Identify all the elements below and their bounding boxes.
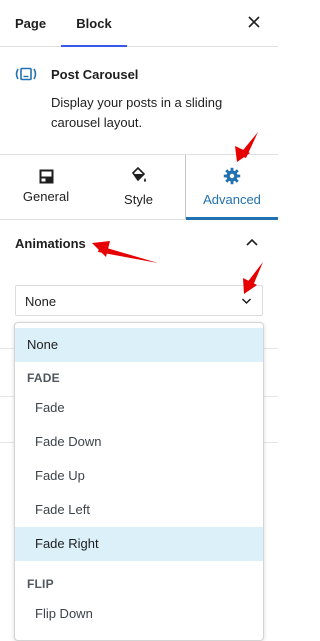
tab-page[interactable]: Page [15, 0, 46, 46]
animation-select-value: None [25, 294, 57, 309]
option-fade-left[interactable]: Fade Left [15, 493, 263, 527]
option-flip-down[interactable]: Flip Down [15, 597, 263, 631]
gear-icon [223, 167, 241, 185]
tab-advanced-label: Advanced [203, 192, 261, 207]
option-label: Flip Down [35, 606, 93, 621]
tab-block[interactable]: Block [61, 0, 127, 47]
option-label: Fade Up [35, 468, 85, 483]
option-label: Fade [35, 400, 65, 415]
block-description: Display your posts in a sliding carousel… [51, 95, 223, 130]
carousel-icon [15, 67, 37, 81]
layout-icon [39, 169, 53, 183]
animation-dropdown: None FADE Fade Fade Down Fade Up Fade Le… [14, 322, 264, 641]
option-label: Fade Left [35, 502, 90, 517]
tab-general-label: General [22, 189, 70, 204]
tab-style-label: Style [124, 192, 153, 207]
option-label: None [27, 337, 59, 352]
animation-select[interactable]: None [15, 285, 263, 316]
option-fade[interactable]: Fade [15, 391, 263, 425]
top-tab-bar: Page Block [0, 0, 278, 47]
block-card: Post Carousel Display your posts in a sl… [0, 47, 278, 155]
tab-page-label: Page [15, 15, 47, 31]
animations-panel-title[interactable]: Animations [15, 236, 86, 251]
tab-general[interactable]: General [0, 155, 92, 219]
chevron-up-icon[interactable] [245, 237, 259, 247]
option-label: Fade Right [35, 536, 99, 551]
option-label: Fade Down [35, 434, 102, 449]
block-title: Post Carousel [51, 67, 139, 82]
group-label-flip: FLIP [27, 577, 54, 591]
group-label-fade: FADE [27, 371, 60, 385]
option-fade-right[interactable]: Fade Right [15, 527, 263, 561]
option-fade-up[interactable]: Fade Up [15, 459, 263, 493]
option-fade-down[interactable]: Fade Down [15, 425, 263, 459]
close-icon[interactable] [246, 14, 262, 30]
active-tab-indicator [186, 217, 278, 220]
paint-bucket-icon [131, 166, 146, 182]
tab-block-label: Block [76, 15, 112, 31]
option-none[interactable]: None [15, 328, 263, 362]
inspector-tabs: General Style Advanced [0, 155, 278, 220]
chevron-down-icon [241, 298, 252, 305]
tab-advanced[interactable]: Advanced [185, 155, 278, 220]
tab-style[interactable]: Style [92, 155, 185, 219]
